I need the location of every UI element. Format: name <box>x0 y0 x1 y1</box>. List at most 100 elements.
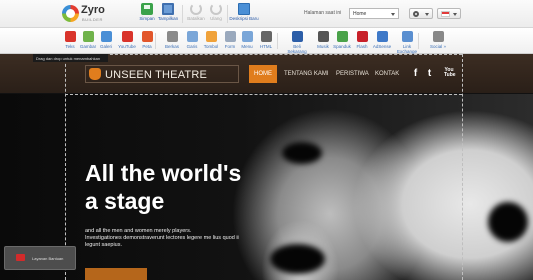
toolbar-divider <box>155 33 156 49</box>
gallery-icon <box>100 31 112 42</box>
element-label: YouTube <box>118 44 136 49</box>
language-button[interactable] <box>437 8 461 19</box>
support-chat-widget[interactable]: Layanan Bantuan <box>4 246 76 270</box>
twitter-icon[interactable]: t <box>425 68 434 79</box>
toolbar-divider <box>418 33 419 49</box>
nav-home[interactable]: HOME <box>249 65 277 83</box>
link-exchange-icon <box>401 31 413 42</box>
element-label: Peta <box>142 44 152 49</box>
banner-icon <box>336 31 348 42</box>
element-label: Garis <box>186 44 198 49</box>
hero-headline[interactable]: All the world's a stage <box>85 159 265 215</box>
logo-subtitle: BUILDER <box>82 17 103 22</box>
toolbar-divider <box>277 33 278 49</box>
social-icon <box>432 31 444 42</box>
save-label: Simpan <box>139 16 155 21</box>
toolbar-divider <box>227 5 228 23</box>
new-site-button[interactable]: Deskripsi Baru <box>229 3 259 25</box>
file-icon <box>166 31 178 42</box>
body-line: and all the men and women merely players… <box>85 228 192 234</box>
element-text[interactable]: Teks <box>60 31 80 49</box>
site-canvas[interactable]: UNSEEN THEATRE HOME TENTANG KAMI PERISTI… <box>0 54 533 280</box>
redo-label: Ulang <box>210 16 222 21</box>
text-icon <box>64 31 76 42</box>
zyro-logo[interactable]: Zyro BUILDER <box>62 3 110 25</box>
element-menu[interactable]: Menu <box>237 31 257 49</box>
view-label: Tampilkan <box>157 16 179 21</box>
chevron-down-icon <box>391 13 395 16</box>
button-icon <box>205 31 217 42</box>
element-map-pin[interactable]: Peta <box>137 31 157 49</box>
element-label: AdSense <box>372 44 392 49</box>
layout-guide <box>462 54 463 280</box>
site-icon <box>238 3 250 15</box>
chat-icon <box>16 254 25 261</box>
toolbar-divider <box>182 5 183 23</box>
line-icon <box>186 31 198 42</box>
html-icon <box>260 31 272 42</box>
flash-icon <box>356 31 368 42</box>
element-youtube[interactable]: YouTube <box>117 31 137 49</box>
element-flash[interactable]: Flash <box>352 31 372 49</box>
element-label: Teks <box>65 44 75 49</box>
element-paypal[interactable]: Beli Sekarang <box>284 31 310 54</box>
element-label: Tombol <box>203 44 219 49</box>
redo-button[interactable]: Ulang <box>208 3 224 25</box>
menu-icon <box>241 31 253 42</box>
view-icon <box>162 3 174 15</box>
hand-icon <box>89 68 101 80</box>
hero-button[interactable] <box>85 268 147 280</box>
element-html[interactable]: HTML <box>256 31 276 49</box>
nav-events[interactable]: PERISTIWA <box>331 65 374 83</box>
chevron-down-icon <box>425 13 429 16</box>
zyro-logo-icon <box>62 5 79 22</box>
element-label: Spanduk <box>333 44 351 49</box>
element-adsense[interactable]: AdSense <box>372 31 392 49</box>
element-link-exchange[interactable]: Link Exchange <box>394 31 420 54</box>
music-icon <box>317 31 329 42</box>
element-banner[interactable]: Spanduk <box>332 31 352 49</box>
nav-about[interactable]: TENTANG KAMI <box>279 65 334 83</box>
element-label: Link Exchange <box>396 44 417 54</box>
current-page-label: Halaman saat ini <box>304 10 342 16</box>
mask-eye-shadow <box>282 142 322 164</box>
element-label: Musik <box>317 44 329 49</box>
youtube-icon <box>121 31 133 42</box>
undo-label: Batalkan <box>187 16 205 21</box>
layout-guide <box>65 94 462 95</box>
youtube-icon[interactable]: You Tube <box>444 68 456 79</box>
element-gallery[interactable]: Galeri <box>96 31 116 49</box>
adsense-icon <box>376 31 388 42</box>
site-brand[interactable]: UNSEEN THEATRE <box>85 65 239 83</box>
chevron-down-icon <box>453 13 457 16</box>
element-label: Beli Sekarang <box>287 44 307 54</box>
current-page-select[interactable]: Home <box>349 8 399 19</box>
layout-guide <box>65 54 462 55</box>
undo-button[interactable]: Batalkan <box>186 3 206 25</box>
body-line: Investigationes demonstraverunt lectores… <box>85 235 239 241</box>
save-button[interactable]: Simpan <box>138 3 156 25</box>
element-social[interactable]: Social » <box>428 31 448 49</box>
element-label: Flash <box>356 44 368 49</box>
nav-contact[interactable]: KONTAK <box>370 65 404 83</box>
undo-icon <box>190 3 202 15</box>
headline-line: a stage <box>85 188 165 214</box>
chat-label: Layanan Bantuan <box>32 256 64 261</box>
element-button[interactable]: Tombol <box>201 31 221 49</box>
view-button[interactable]: Tampilkan <box>157 3 179 25</box>
facebook-icon[interactable]: f <box>411 68 420 79</box>
drag-drop-tooltip: Drag dan drop untuk menambahkan <box>33 54 108 62</box>
element-music[interactable]: Musik <box>313 31 333 49</box>
element-file[interactable]: Berkas <box>162 31 182 49</box>
new-site-label: Deskripsi Baru <box>229 16 259 21</box>
hero-body-text[interactable]: and all the men and women merely players… <box>85 228 285 249</box>
element-image[interactable]: Gambar <box>78 31 98 49</box>
gear-icon <box>413 11 419 17</box>
brand-name: UNSEEN THEATRE <box>105 69 208 81</box>
settings-button[interactable] <box>409 8 433 19</box>
element-line[interactable]: Garis <box>182 31 202 49</box>
logo-name: Zyro <box>81 4 105 16</box>
body-line: legunt saepius. <box>85 242 122 248</box>
current-page-value: Home <box>353 11 367 17</box>
indonesia-flag-icon <box>441 11 450 17</box>
